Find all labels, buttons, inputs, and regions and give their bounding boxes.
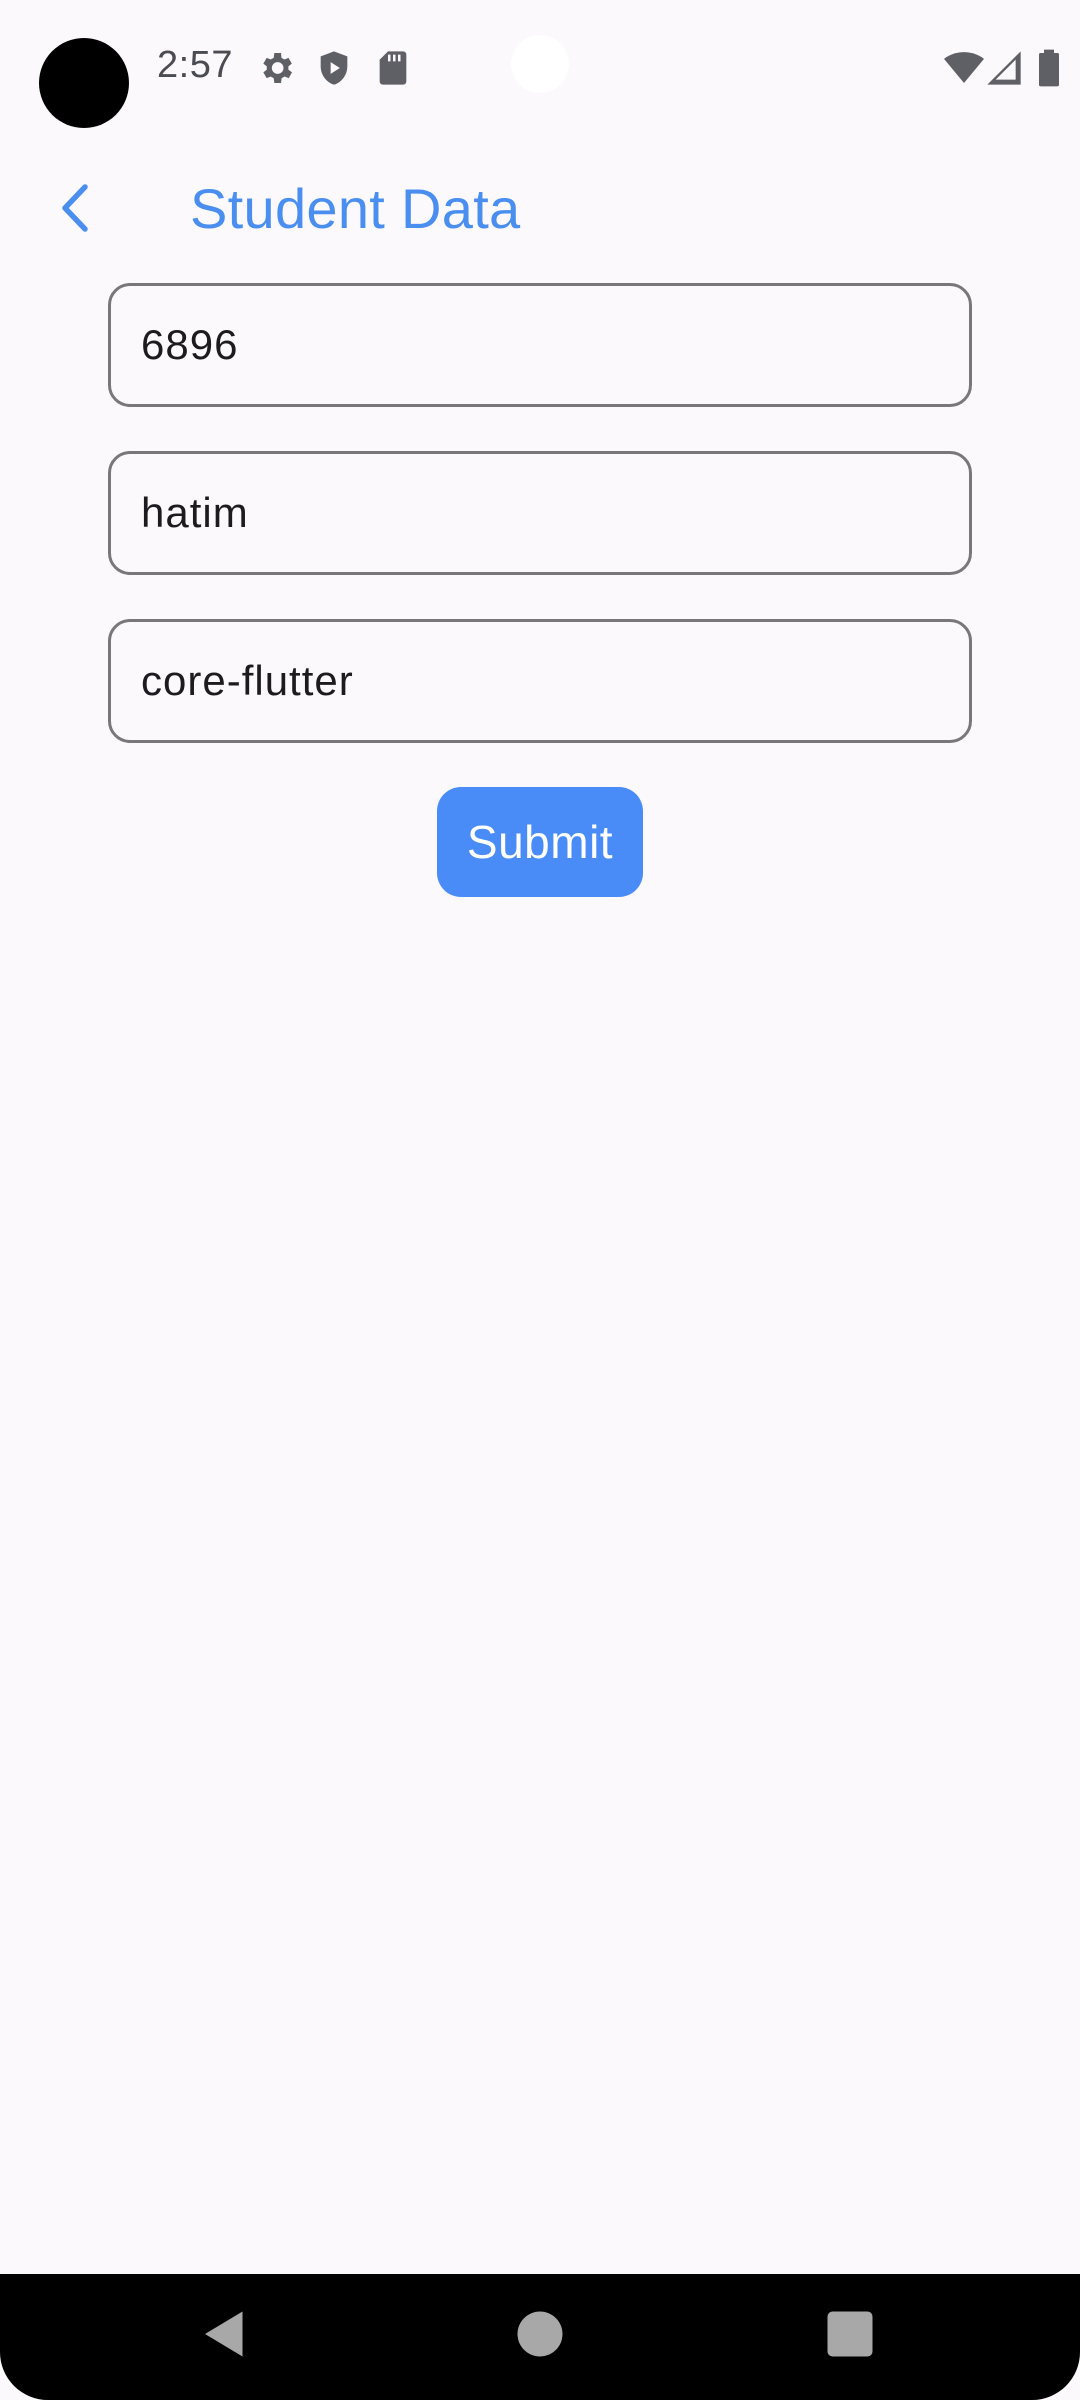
cell-signal-icon: [984, 48, 1024, 88]
wifi-icon: [942, 48, 986, 88]
system-navigation-bar: [0, 2274, 1080, 2400]
recents-square-icon: [820, 2304, 880, 2364]
battery-icon: [1034, 48, 1064, 88]
student-course-field[interactable]: core-flutter: [108, 619, 972, 743]
proximity-sensor: [511, 35, 569, 93]
screen: 2:57 Student Data 6896 hatim core-flutte…: [0, 0, 1080, 2400]
chevron-left-icon: [57, 183, 91, 238]
back-button[interactable]: [44, 170, 104, 250]
front-camera-cutout: [39, 38, 129, 128]
student-name-field[interactable]: hatim: [108, 451, 972, 575]
student-id-field[interactable]: 6896: [108, 283, 972, 407]
gear-icon: [256, 48, 296, 88]
status-time: 2:57: [157, 44, 233, 86]
home-circle-icon: [510, 2304, 570, 2364]
nav-home-button[interactable]: [510, 2304, 570, 2364]
nav-back-button[interactable]: [195, 2304, 255, 2364]
sd-card-icon: [373, 48, 413, 88]
submit-button[interactable]: Submit: [437, 787, 643, 897]
back-triangle-icon: [195, 2304, 255, 2364]
shield-play-icon: [314, 48, 354, 88]
page-title: Student Data: [190, 177, 521, 240]
nav-recents-button[interactable]: [820, 2304, 880, 2364]
